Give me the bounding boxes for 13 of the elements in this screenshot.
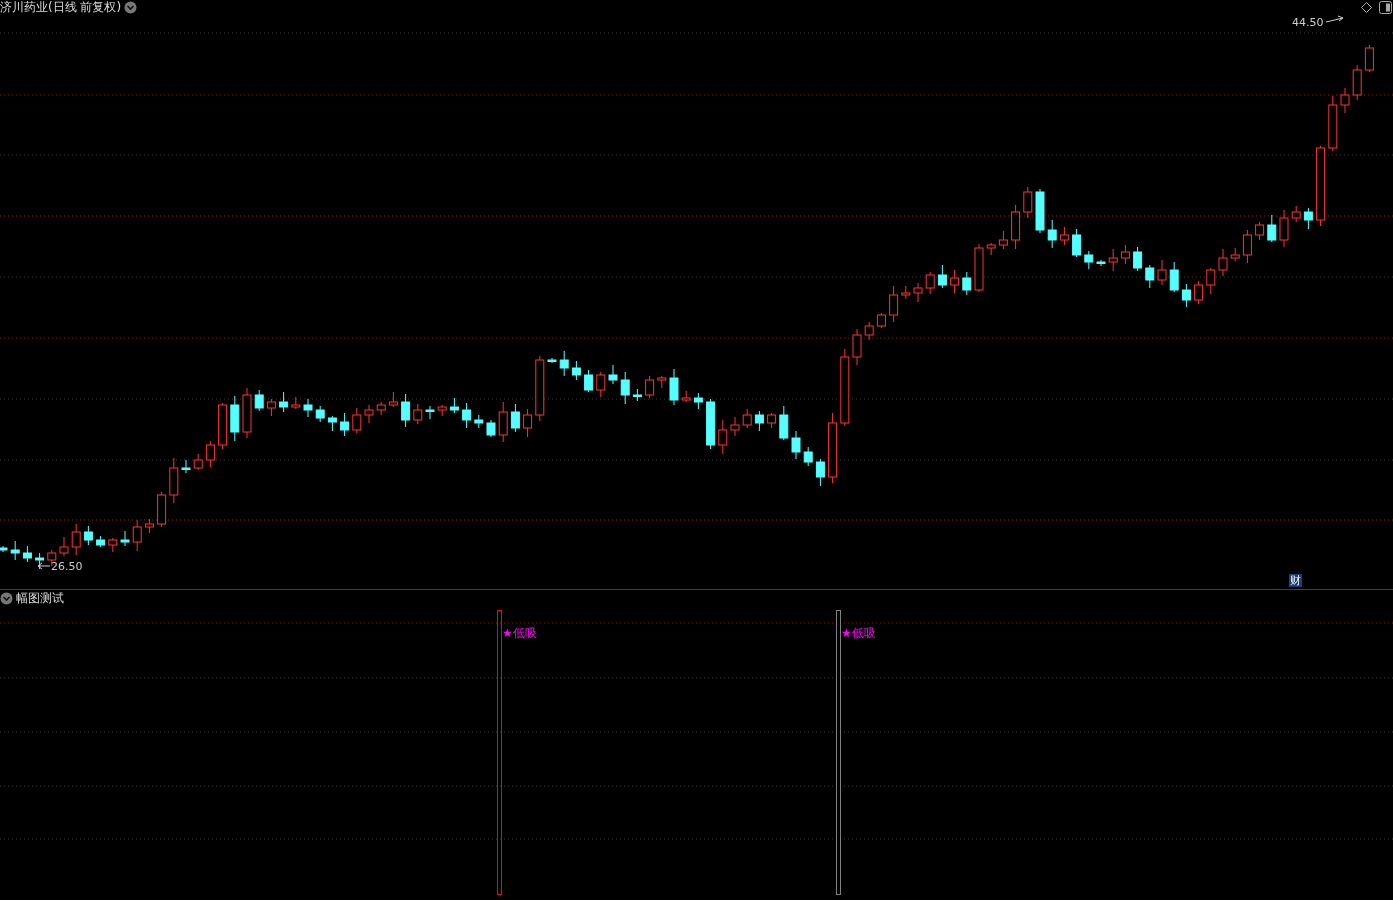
signal-label: ★低吸 [502,625,537,642]
leader-line [37,562,51,570]
panel-toggle-icon[interactable] [1379,1,1392,14]
finance-badge[interactable]: 财 [1289,574,1302,587]
chevron-down-icon[interactable] [124,1,138,14]
chart-title: 济川药业(日线 前复权) [0,0,122,15]
panel-title: 幅图测试 [16,591,64,606]
signal-label: ★低吸 [841,625,876,642]
chevron-down-icon[interactable] [0,592,13,605]
high-price-label: 44.50 [1292,16,1324,29]
leader-line [1325,15,1344,23]
low-price-label: 26.50 [51,560,83,573]
diamond-icon[interactable] [1361,2,1372,13]
